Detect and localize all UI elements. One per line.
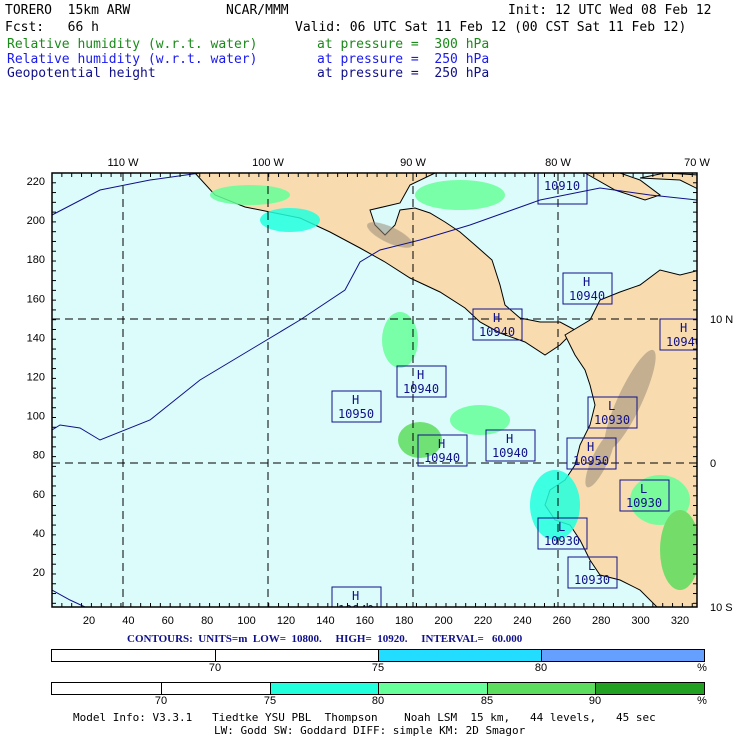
x-tick-label: 180 [395, 615, 413, 627]
colorbar2-seg [52, 683, 162, 694]
model-info-line1: Model Info: V3.3.1 Tiedtke YSU PBL Thomp… [73, 711, 656, 724]
x-tick-label: 280 [592, 615, 610, 627]
x-tick-label: 120 [277, 615, 295, 627]
y-tick-label: 120 [27, 372, 45, 384]
y-tick-label: 20 [33, 567, 45, 579]
colorbar1-label: 75 [371, 662, 385, 674]
center-value: 10940 [492, 446, 528, 460]
colorbar2-seg [162, 683, 271, 694]
center-value: 10930 [594, 413, 630, 427]
y-tick-label: 100 [27, 411, 45, 423]
colorbar2-label: 75 [263, 695, 277, 707]
colorbar-300hpa [51, 682, 705, 695]
latitude-label: 10 N [710, 314, 733, 326]
center-type: L [640, 482, 647, 496]
x-tick-label: 40 [122, 615, 134, 627]
center-type: H [417, 368, 424, 382]
colorbar1-seg [216, 650, 379, 661]
center-type: H [352, 393, 359, 407]
y-tick-label: 140 [27, 332, 45, 344]
colorbar1-label: 80 [534, 662, 548, 674]
center-value: 10930 [544, 534, 580, 548]
x-tick-label: 300 [631, 615, 649, 627]
x-tick-label: 160 [356, 615, 374, 627]
latitude-label: 0 [710, 458, 716, 470]
center-value: 10940 [569, 289, 605, 303]
center-type: H [506, 432, 513, 446]
colorbar1-seg [52, 650, 216, 661]
contours-info: CONTOURS: UNITS=m LOW= 10800. HIGH= 1092… [127, 633, 523, 645]
colorbar2-label: 90 [588, 695, 602, 707]
colorbar1-unit: % [697, 662, 707, 674]
center-type: H [493, 311, 500, 325]
center-type: L [558, 520, 565, 534]
colorbar2-unit: % [697, 695, 707, 707]
map-plot: 10910H10940H10940H10940H10950L10930H1094… [27, 157, 734, 627]
center-value: 10940 [479, 325, 515, 339]
center-value: 10940 [424, 451, 460, 465]
colorbar2-seg [596, 683, 704, 694]
center-value: 10930 [626, 496, 662, 510]
longitude-label: 90 W [400, 157, 426, 169]
colorbar2-label: 80 [371, 695, 385, 707]
center-value: 10940 [403, 382, 439, 396]
x-tick-label: 80 [201, 615, 213, 627]
x-tick-label: 140 [316, 615, 334, 627]
colorbar-250hpa [51, 649, 705, 662]
y-tick-label: 160 [27, 293, 45, 305]
center-type: H [438, 437, 445, 451]
center-value: 10910 [544, 179, 580, 193]
x-tick-label: 240 [513, 615, 531, 627]
center-value: 10950 [338, 407, 374, 421]
center-type: L [588, 559, 595, 573]
center-value: 10930 [574, 573, 610, 587]
x-tick-label: 100 [237, 615, 255, 627]
longitude-label: 80 W [545, 157, 571, 169]
y-tick-label: 180 [27, 254, 45, 266]
x-tick-label: 320 [671, 615, 689, 627]
colorbar2-label: 70 [154, 695, 168, 707]
center-type: H [352, 589, 359, 603]
weather-map-page: TORERO 15km ARW NCAR/MMM Init: 12 UTC We… [0, 0, 740, 740]
x-tick-label: 200 [434, 615, 452, 627]
latitude-label: 10 S [710, 602, 733, 614]
center-type: H [680, 321, 687, 335]
x-tick-label: 220 [474, 615, 492, 627]
center-type: H [583, 275, 590, 289]
longitude-label: 110 W [108, 157, 140, 169]
x-tick-label: 260 [553, 615, 571, 627]
y-tick-label: 220 [27, 176, 45, 188]
center-type: H [587, 440, 594, 454]
y-tick-label: 200 [27, 215, 45, 227]
colorbar1-seg [542, 650, 704, 661]
y-tick-label: 80 [33, 450, 45, 462]
longitude-label: 70 W [684, 157, 710, 169]
center-type: L [608, 399, 615, 413]
colorbar2-seg [488, 683, 596, 694]
colorbar1-seg [379, 650, 542, 661]
colorbar2-label: 85 [480, 695, 494, 707]
colorbar2-seg [271, 683, 379, 694]
colorbar1-label: 70 [208, 662, 222, 674]
y-tick-label: 40 [33, 528, 45, 540]
x-tick-label: 60 [162, 615, 174, 627]
longitude-label: 100 W [252, 157, 284, 169]
x-tick-label: 20 [83, 615, 95, 627]
center-value: 10950 [573, 454, 609, 468]
y-tick-label: 60 [33, 489, 45, 501]
model-info-line2: LW: Godd SW: Goddard DIFF: simple KM: 2D… [214, 724, 526, 737]
colorbar2-seg [379, 683, 488, 694]
